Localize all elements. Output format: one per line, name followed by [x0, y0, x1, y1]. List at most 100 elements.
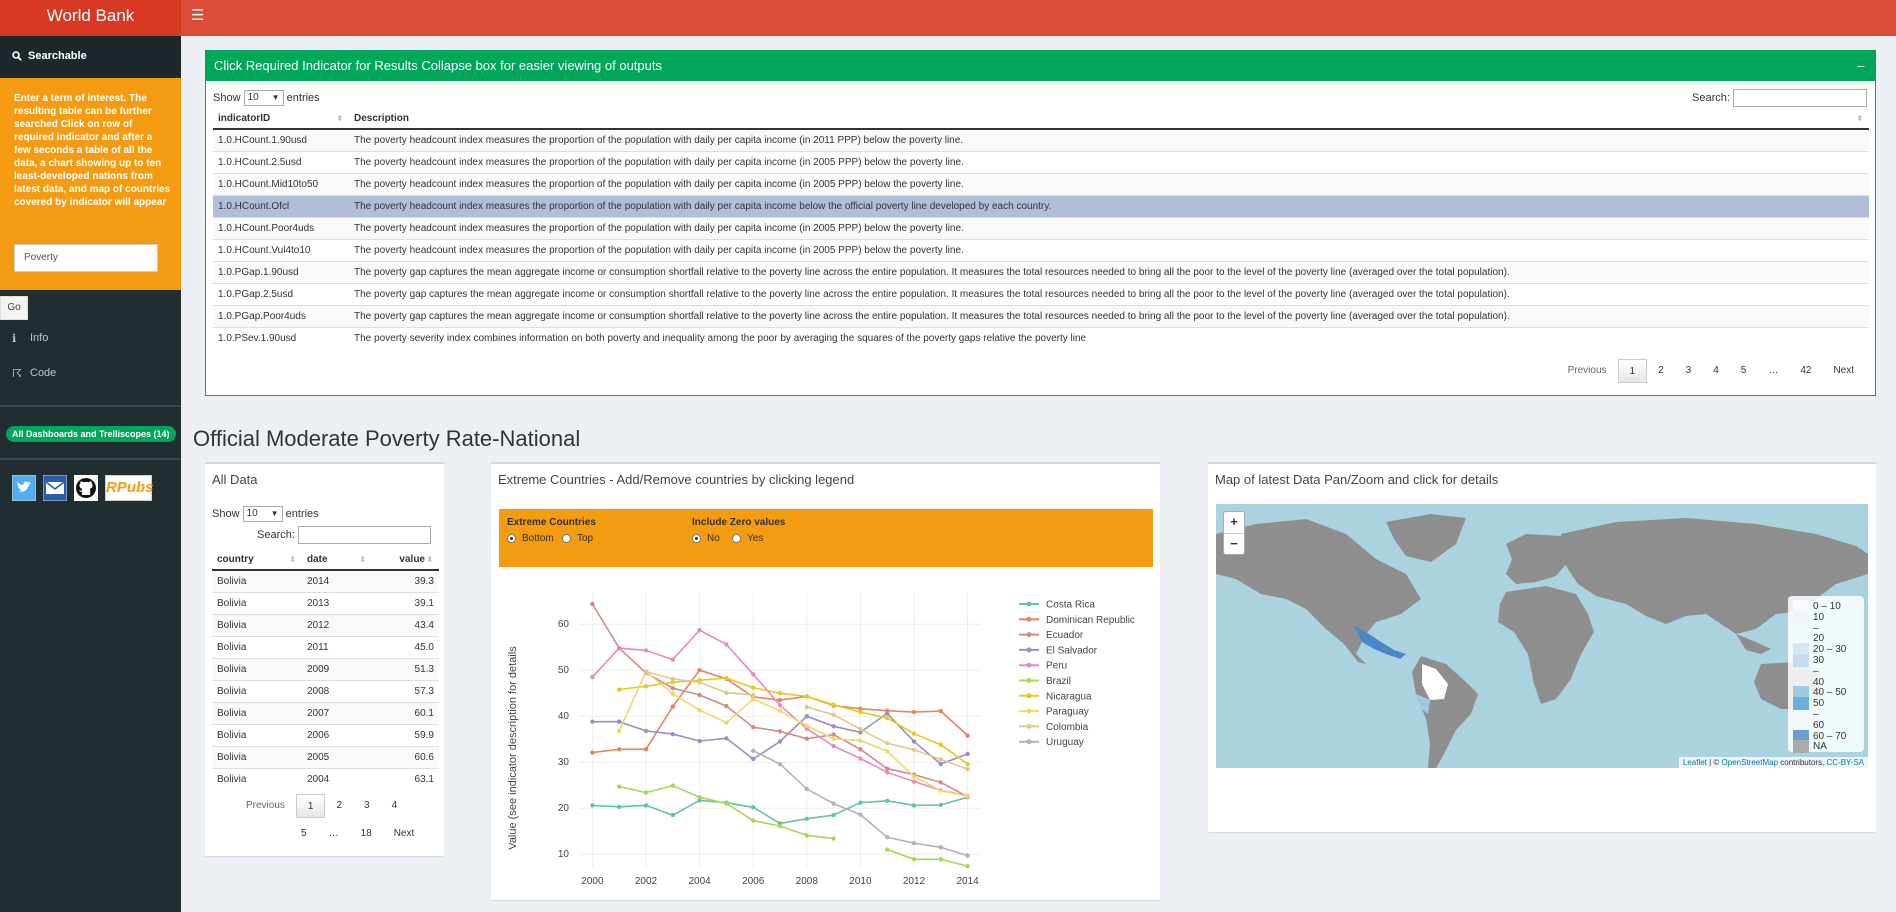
data-point[interactable]: [751, 672, 756, 677]
data-point[interactable]: [911, 747, 917, 752]
email-icon[interactable]: [43, 475, 67, 501]
table-row[interactable]: Bolivia 2007 60.1: [212, 701, 439, 724]
column-header-indicatorid[interactable]: indicatorID ⬍: [213, 109, 349, 130]
legend-marker[interactable]: [1026, 693, 1032, 699]
pager-item[interactable]: 2: [325, 794, 353, 818]
data-point[interactable]: [938, 845, 943, 850]
data-point[interactable]: [751, 805, 756, 810]
pager-item[interactable]: 4: [381, 794, 409, 818]
legend-entry[interactable]: El Salvador: [1046, 645, 1098, 656]
data-point[interactable]: [724, 642, 729, 647]
sidebar-item-searchable[interactable]: Searchable: [0, 36, 181, 76]
column-header-description[interactable]: Description ⬍: [349, 109, 1869, 130]
table-row[interactable]: Bolivia 2011 45.0: [212, 635, 439, 658]
data-point[interactable]: [858, 709, 863, 715]
pager-item[interactable]: Next: [383, 822, 426, 846]
data-point[interactable]: [643, 747, 649, 752]
data-point[interactable]: [670, 657, 675, 662]
data-point[interactable]: [617, 784, 622, 789]
pager-item[interactable]: Previous: [1557, 359, 1618, 383]
data-point[interactable]: [643, 790, 649, 795]
data-point[interactable]: [831, 736, 836, 741]
data-point[interactable]: [831, 732, 836, 737]
legend-entry[interactable]: Costa Rica: [1046, 600, 1095, 611]
table-row[interactable]: Bolivia 2013 39.1: [212, 591, 439, 614]
data-point[interactable]: [617, 645, 622, 651]
table-row[interactable]: Bolivia 2004 63.1: [212, 767, 439, 790]
data-point[interactable]: [831, 801, 836, 806]
data-point[interactable]: [751, 756, 756, 762]
data-point[interactable]: [804, 786, 809, 792]
data-point[interactable]: [911, 709, 917, 715]
table-row[interactable]: 1.0.HCount.1.90usd The poverty headcount …: [213, 128, 1869, 151]
sidebar-item-code[interactable]: ☈ Code: [0, 359, 181, 387]
data-point[interactable]: [751, 725, 756, 730]
search-term-input[interactable]: Poverty: [14, 244, 158, 272]
data-point[interactable]: [965, 766, 970, 772]
zoom-out-button[interactable]: −: [1224, 533, 1244, 554]
pager-item[interactable]: 3: [353, 794, 381, 818]
data-point[interactable]: [697, 708, 702, 713]
data-point[interactable]: [777, 702, 783, 708]
data-point[interactable]: [670, 812, 675, 818]
legend-entry[interactable]: Ecuador: [1046, 630, 1084, 641]
data-point[interactable]: [858, 726, 863, 732]
data-point[interactable]: [697, 738, 702, 744]
data-point[interactable]: [697, 627, 702, 633]
legend-marker[interactable]: [1026, 616, 1032, 622]
data-point[interactable]: [911, 803, 917, 808]
data-point[interactable]: [617, 719, 622, 724]
pager-item[interactable]: Previous: [235, 794, 296, 818]
table-row[interactable]: Bolivia 2006 59.9: [212, 723, 439, 746]
data-point[interactable]: [590, 803, 595, 808]
column-header-date[interactable]: date ⬍: [302, 550, 372, 571]
go-button[interactable]: Go: [0, 296, 28, 320]
data-point[interactable]: [938, 708, 943, 714]
data-point[interactable]: [670, 731, 675, 737]
data-point[interactable]: [938, 780, 943, 785]
entries-select[interactable]: 10: [243, 90, 284, 106]
data-point[interactable]: [724, 736, 729, 741]
data-point[interactable]: [777, 697, 783, 703]
data-point[interactable]: [858, 747, 863, 752]
rpubs-icon[interactable]: RPubs: [105, 475, 154, 501]
pager-item[interactable]: 5: [290, 822, 318, 846]
data-point[interactable]: [751, 748, 756, 753]
data-point[interactable]: [590, 750, 595, 755]
data-point[interactable]: [938, 761, 943, 767]
series-line[interactable]: [592, 796, 968, 825]
column-header-value[interactable]: value ⬍: [372, 550, 439, 571]
zoom-in-button[interactable]: +: [1224, 512, 1244, 533]
legend-entry[interactable]: Colombia: [1046, 722, 1089, 733]
data-point[interactable]: [777, 823, 783, 829]
data-point[interactable]: [804, 833, 809, 838]
data-point[interactable]: [617, 747, 622, 752]
data-point[interactable]: [858, 756, 863, 761]
data-point[interactable]: [777, 729, 783, 734]
data-point[interactable]: [885, 847, 890, 852]
legend-marker[interactable]: [1026, 723, 1032, 729]
radio-top[interactable]: Top: [562, 533, 593, 544]
data-point[interactable]: [643, 803, 649, 808]
series-line[interactable]: [591, 629, 968, 797]
data-point[interactable]: [724, 675, 729, 681]
data-point[interactable]: [885, 834, 890, 840]
data-point[interactable]: [885, 741, 890, 746]
pager-item[interactable]: 5: [1730, 359, 1758, 383]
data-point[interactable]: [965, 733, 970, 738]
table-row[interactable]: 1.0.PGap.1.90usd The poverty gap captures…: [213, 260, 1869, 283]
data-point[interactable]: [804, 816, 809, 821]
data-point[interactable]: [724, 703, 729, 709]
table-row[interactable]: 1.0.HCount.Vul4to10 The poverty headcount…: [213, 238, 1869, 261]
legend-marker[interactable]: [1026, 739, 1032, 745]
github-icon[interactable]: [74, 475, 98, 501]
data-point[interactable]: [911, 779, 917, 784]
data-point[interactable]: [590, 601, 595, 607]
twitter-icon[interactable]: [12, 475, 36, 501]
hamburger-menu-icon[interactable]: ☰: [191, 8, 204, 24]
data-point[interactable]: [670, 783, 675, 788]
data-point[interactable]: [643, 669, 649, 674]
data-point[interactable]: [831, 836, 836, 841]
data-point[interactable]: [885, 798, 890, 804]
data-point[interactable]: [804, 694, 809, 699]
